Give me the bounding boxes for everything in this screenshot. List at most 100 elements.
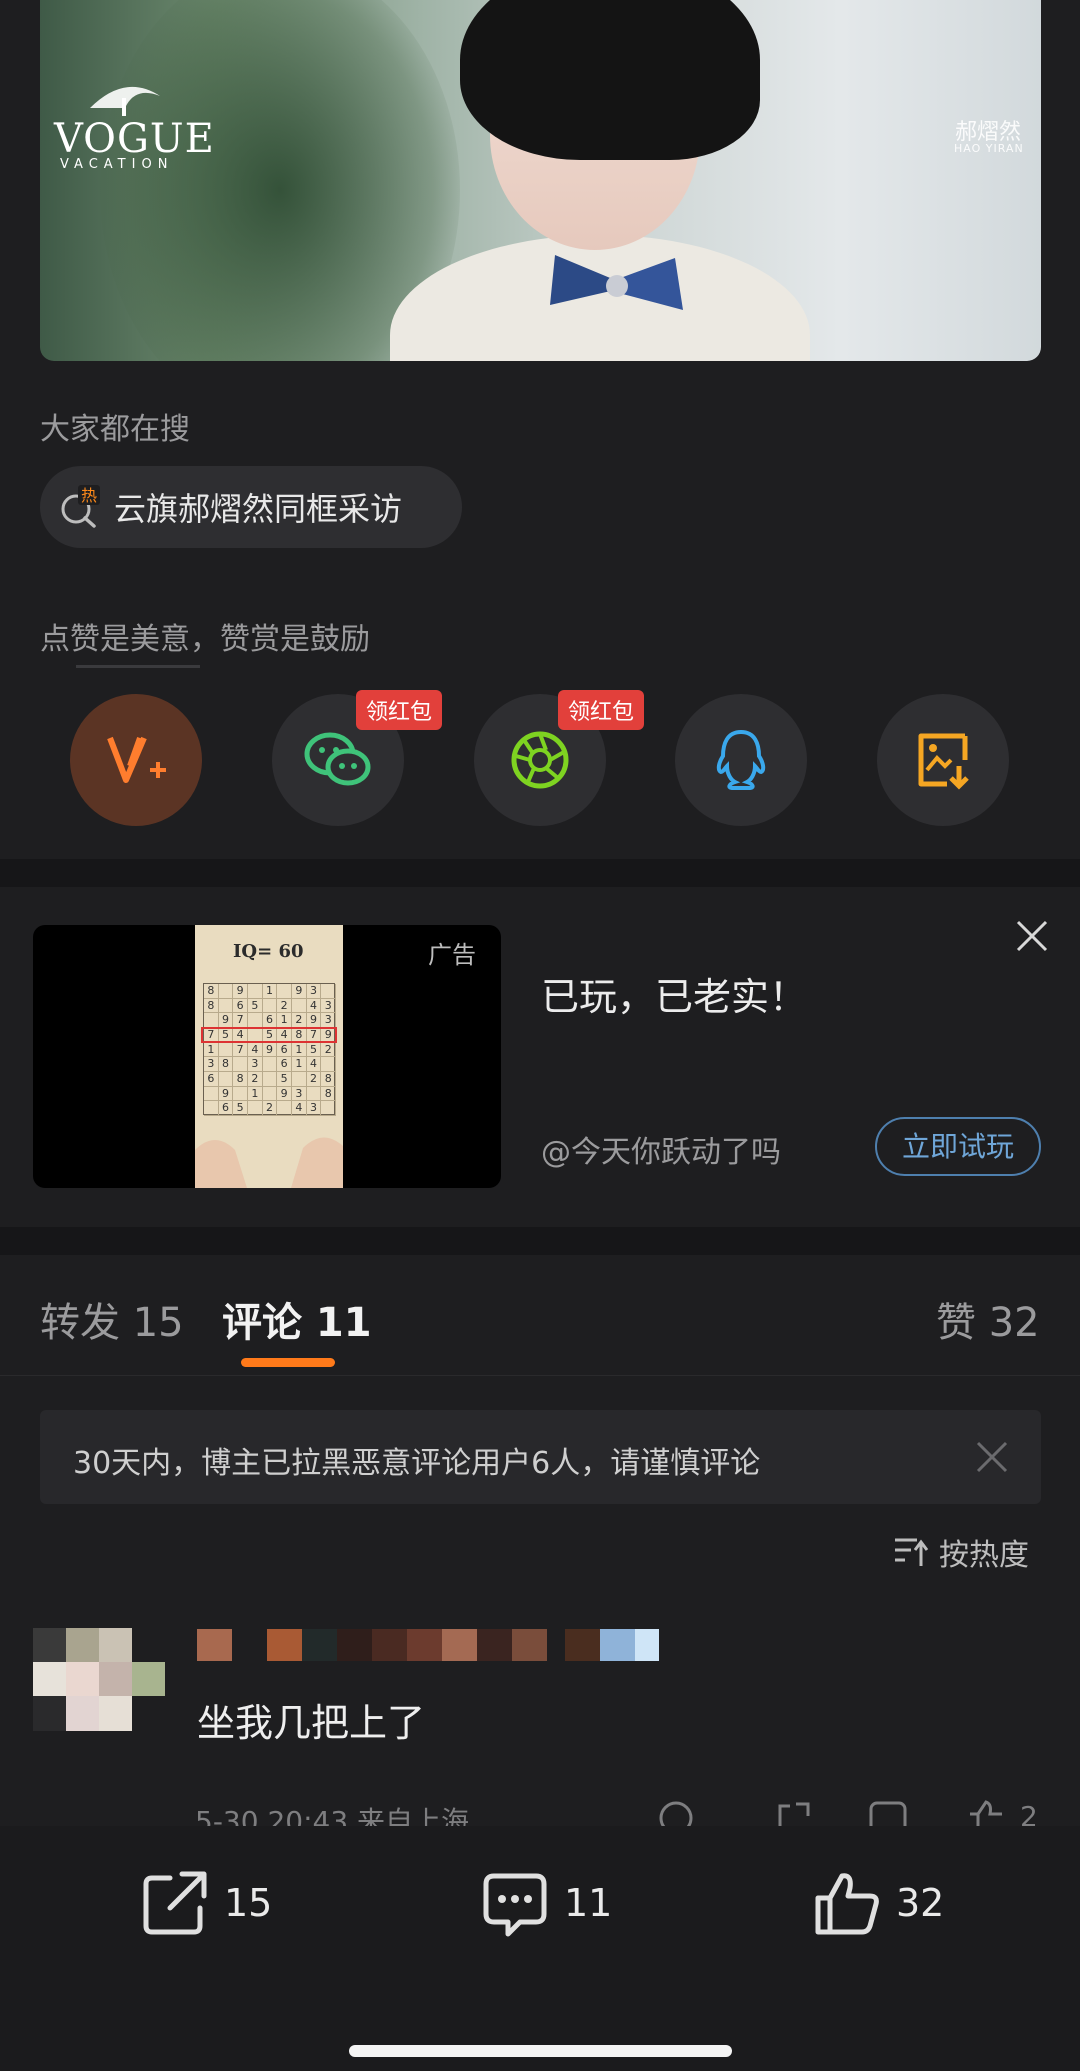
- save-image-icon: [918, 733, 969, 790]
- commenter-avatar[interactable]: [33, 1628, 165, 1731]
- tab-likes[interactable]: 赞 32: [936, 1290, 1040, 1348]
- moments-red-packet-badge: 领红包: [557, 690, 644, 730]
- vogue-logo-sub: VACATION: [60, 157, 174, 172]
- sudoku-cell: [233, 1057, 248, 1072]
- hot-search-chip-label: 云旗郝熠然同框采访: [114, 490, 403, 528]
- comment-share-icon[interactable]: [776, 1800, 812, 1826]
- sudoku-cell: 3: [292, 1086, 307, 1102]
- sudoku-cell: 3: [321, 1013, 337, 1028]
- comment-like-count: 2: [1020, 1800, 1038, 1826]
- bottom-repost-button[interactable]: 15: [140, 1826, 272, 1980]
- share-moments-button[interactable]: 领红包: [474, 690, 644, 826]
- sudoku-cell: [204, 1013, 219, 1028]
- ad-card[interactable]: IQ= 60 891938652439761293754548791749615…: [0, 887, 1080, 1227]
- sudoku-cell: [218, 984, 234, 999]
- save-image-button[interactable]: [877, 694, 1009, 826]
- sudoku-cell: 2: [277, 998, 292, 1014]
- sudoku-cell: 2: [262, 1101, 278, 1117]
- sudoku-cell: 4: [248, 1042, 263, 1058]
- sudoku-cell: 6: [277, 1057, 292, 1072]
- sudoku-cell: [292, 1072, 307, 1087]
- sudoku-cell: 8: [321, 1072, 337, 1087]
- bottom-like-count: 32: [896, 1881, 945, 1925]
- hand-image: [195, 1137, 343, 1188]
- sort-by-hot-button[interactable]: 按热度: [893, 1530, 1029, 1574]
- sudoku-cell: 4: [306, 998, 322, 1014]
- sudoku-cell: [204, 1101, 219, 1117]
- post-hero-image[interactable]: VOGUE VACATION 郝熠然 HAO YIRAN: [40, 0, 1041, 361]
- ad-title[interactable]: 已玩，已老实！: [541, 966, 807, 1021]
- ad-tag: 广告: [428, 941, 476, 969]
- share-wechat-button[interactable]: 领红包: [272, 690, 442, 826]
- sudoku-cell: 6: [233, 998, 248, 1014]
- sudoku-grid: 8919386524397612937545487917496152383614…: [203, 983, 337, 1117]
- sudoku-cell: [262, 1086, 278, 1102]
- dislike-emoji-icon[interactable]: [658, 1800, 694, 1826]
- sudoku-cell: 9: [262, 1042, 278, 1058]
- vogue-logo: VOGUE: [54, 116, 215, 162]
- commenter-name-pixelated[interactable]: [197, 1626, 662, 1662]
- hot-search-chip[interactable]: 热 云旗郝熠然同框采访: [40, 466, 462, 548]
- reward-v-plus-button[interactable]: [70, 694, 202, 826]
- share-row: 领红包 领红包: [0, 690, 1080, 826]
- sort-icon: [895, 1538, 929, 1566]
- sudoku-cell: 3: [321, 998, 337, 1014]
- ad-close-icon[interactable]: [1012, 916, 1052, 956]
- sudoku-cell: 4: [292, 1101, 307, 1117]
- bottom-like-button[interactable]: 32: [812, 1826, 944, 1980]
- ad-thumbnail[interactable]: IQ= 60 891938652439761293754548791749615…: [33, 925, 501, 1188]
- sudoku-cell: [321, 1101, 337, 1117]
- sudoku-cell: [248, 1013, 263, 1028]
- sudoku-cell: 8: [204, 984, 219, 999]
- sudoku-cell: 2: [306, 1072, 322, 1087]
- sudoku-cell: 6: [262, 1013, 278, 1028]
- comment-icon: [483, 1873, 547, 1937]
- sudoku-cell: 2: [292, 1013, 307, 1028]
- comment-notice-text: 30天内，博主已拉黑恶意评论用户6人，请谨慎评论: [73, 1446, 761, 1481]
- sudoku-cell: [277, 984, 292, 999]
- sudoku-cell: 9: [292, 984, 307, 999]
- ad-try-now-button[interactable]: 立即试玩: [875, 1117, 1041, 1176]
- share-qq-button[interactable]: [675, 694, 807, 826]
- ad-sudoku-image: IQ= 60 891938652439761293754548791749615…: [195, 925, 343, 1188]
- sudoku-cell: 1: [248, 1086, 263, 1102]
- home-indicator[interactable]: [349, 2045, 732, 2057]
- section-divider: [0, 859, 1080, 887]
- tab-repost[interactable]: 转发 15: [40, 1290, 184, 1348]
- sudoku-cell: 3: [204, 1057, 219, 1072]
- wechat-red-packet-badge: 领红包: [355, 690, 442, 730]
- tab-comments[interactable]: 评论 11: [222, 1290, 372, 1348]
- bow-tie: [550, 255, 683, 310]
- sudoku-cell: 1: [204, 1042, 219, 1058]
- sudoku-cell: [262, 998, 278, 1014]
- sudoku-cell: [218, 998, 234, 1014]
- sudoku-cell: 8: [218, 1057, 234, 1072]
- vogue-tree-logo: [90, 86, 160, 116]
- sudoku-cell: [262, 1057, 278, 1072]
- hero-watermark-sub: HAO YIRAN: [954, 142, 1024, 155]
- sudoku-cell: [321, 984, 337, 999]
- sudoku-cell: [306, 1086, 322, 1102]
- sudoku-cell: 1: [292, 1057, 307, 1072]
- sudoku-cell: 8: [321, 1086, 337, 1102]
- ad-source[interactable]: @今天你跃动了吗: [541, 1127, 781, 1171]
- sudoku-cell: [277, 1101, 292, 1117]
- comment-like-icon[interactable]: [966, 1800, 1006, 1826]
- sudoku-cell: 5: [277, 1072, 292, 1087]
- sudoku-cell: [292, 998, 307, 1014]
- comment-text: 坐我几把上了: [197, 1701, 426, 1745]
- reward-hint: 点赞是美意，赞赏是鼓励: [40, 622, 370, 657]
- comment-notice-banner: 30天内，博主已拉黑恶意评论用户6人，请谨慎评论: [40, 1410, 1041, 1504]
- sudoku-cell: 8: [233, 1072, 248, 1087]
- notice-close-icon[interactable]: [975, 1440, 1009, 1474]
- sudoku-cell: [248, 1101, 263, 1117]
- sudoku-cell: 3: [306, 1101, 322, 1117]
- sudoku-cell: 6: [204, 1072, 219, 1087]
- bottom-comment-button[interactable]: 11: [480, 1826, 612, 1980]
- sudoku-cell: [248, 984, 263, 999]
- sudoku-cell: 7: [233, 1013, 248, 1028]
- comment-reply-icon[interactable]: [868, 1800, 908, 1826]
- sudoku-cell: 5: [233, 1101, 248, 1117]
- sudoku-cell: 1: [262, 984, 278, 999]
- hot-search-icon: 热: [61, 485, 100, 528]
